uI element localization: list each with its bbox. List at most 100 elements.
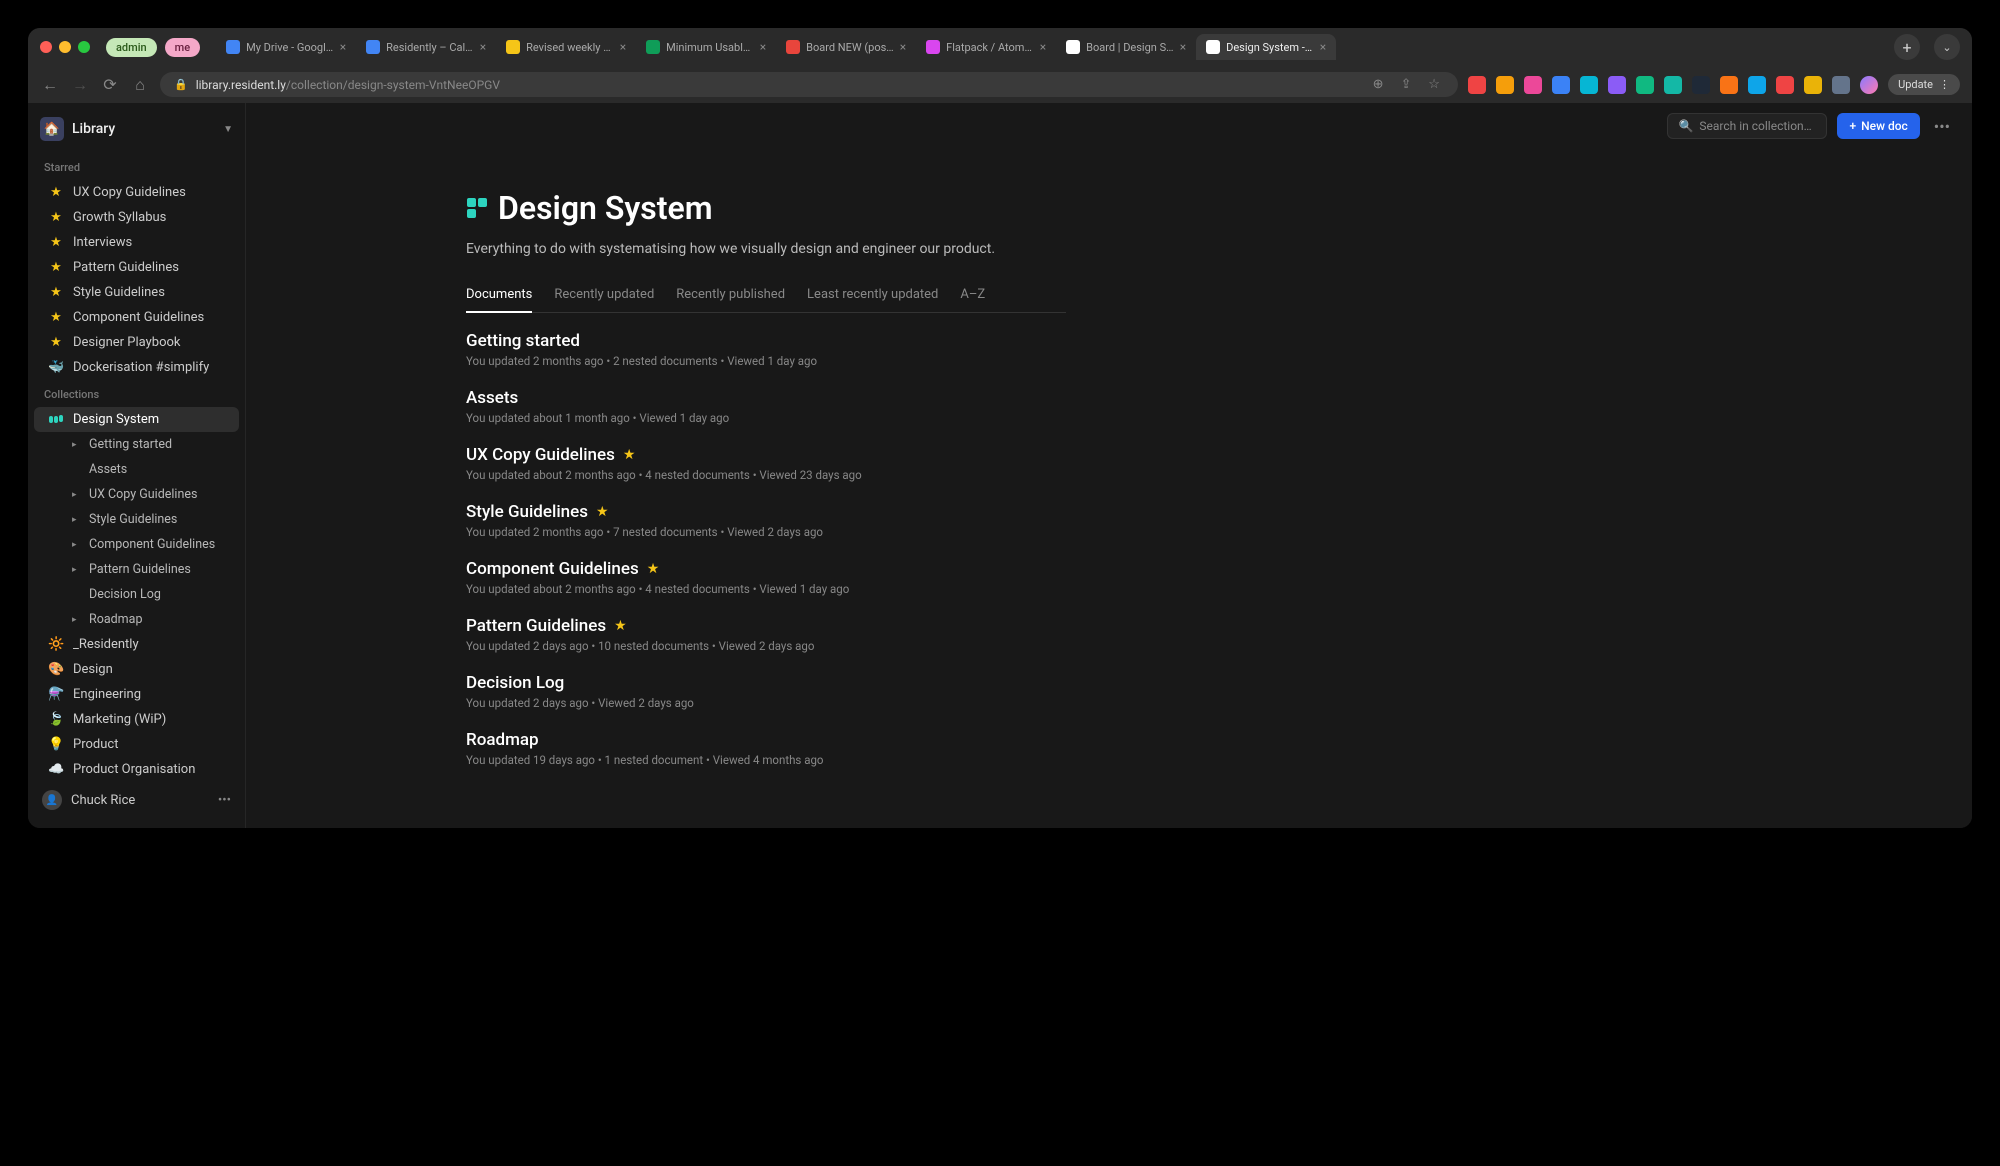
browser-tab[interactable]: Design System - Lib ×	[1196, 34, 1336, 60]
search-input[interactable]: 🔍 Search in collection…	[1667, 113, 1827, 139]
document-item[interactable]: Style Guidelines ★ You updated 2 months …	[466, 502, 1066, 539]
sidebar-child-item[interactable]: ▸UX Copy Guidelines	[62, 482, 239, 507]
more-icon[interactable]: •••	[218, 793, 231, 808]
profile-pill-me[interactable]: me	[165, 38, 200, 57]
sidebar-child-item[interactable]: ▸Component Guidelines	[62, 532, 239, 557]
update-button[interactable]: Update⋮	[1888, 74, 1960, 95]
address-bar[interactable]: 🔒 library.resident.ly/collection/design-…	[160, 72, 1458, 97]
user-menu[interactable]: 👤 Chuck Rice •••	[28, 782, 245, 818]
tab-close-icon[interactable]: ×	[480, 40, 486, 54]
disclosure-icon[interactable]: ▸	[72, 615, 80, 625]
more-button[interactable]: •••	[1930, 117, 1954, 136]
document-title: Assets	[466, 388, 518, 408]
sidebar-child-item[interactable]: ▸Roadmap	[62, 607, 239, 632]
sidebar-starred-item[interactable]: ★Style Guidelines	[34, 280, 239, 305]
sidebar-starred-item[interactable]: ★Designer Playbook	[34, 330, 239, 355]
sidebar-item-design-system[interactable]: Design System	[34, 407, 239, 432]
sidebar-collection-item[interactable]: 💡Product	[34, 732, 239, 757]
sidebar-item-dockerisation[interactable]: 🐳 Dockerisation #simplify	[34, 355, 239, 380]
document-item[interactable]: Assets You updated about 1 month ago • V…	[466, 388, 1066, 425]
new-tab-button[interactable]: +	[1894, 34, 1920, 60]
profile-pill-admin[interactable]: admin	[106, 38, 157, 57]
bookmark-icon[interactable]: ☆	[1424, 77, 1444, 92]
tab-overflow-button[interactable]: ⌄	[1934, 34, 1960, 60]
star-icon: ★	[48, 260, 64, 275]
filter-tab[interactable]: A–Z	[960, 287, 985, 312]
tab-close-icon[interactable]: ×	[760, 40, 766, 54]
filter-tab[interactable]: Least recently updated	[807, 287, 938, 312]
forward-button[interactable]: →	[70, 75, 90, 95]
library-switcher[interactable]: 🏠 Library ▼	[28, 113, 245, 153]
tab-close-icon[interactable]: ×	[1180, 40, 1186, 54]
document-item[interactable]: Pattern Guidelines ★ You updated 2 days …	[466, 616, 1066, 653]
browser-tab[interactable]: Minimum Usable Jo ×	[636, 34, 776, 60]
disclosure-icon[interactable]: ▸	[72, 540, 80, 550]
sidebar-child-item[interactable]: ▸Pattern Guidelines	[62, 557, 239, 582]
sidebar-child-item[interactable]: ▸Getting started	[62, 432, 239, 457]
sidebar-child-item[interactable]: Assets	[62, 457, 239, 482]
ext-icon[interactable]	[1664, 76, 1682, 94]
star-icon: ★	[48, 310, 64, 325]
sidebar-starred-item[interactable]: ★Interviews	[34, 230, 239, 255]
sidebar-starred-item[interactable]: ★Pattern Guidelines	[34, 255, 239, 280]
document-item[interactable]: Roadmap You updated 19 days ago • 1 nest…	[466, 730, 1066, 767]
browser-tab[interactable]: Residently – Calend ×	[356, 34, 496, 60]
sidebar-collection-item[interactable]: 🎨Design	[34, 657, 239, 682]
tab-close-icon[interactable]: ×	[620, 40, 626, 54]
ext-icon[interactable]	[1524, 76, 1542, 94]
ext-icon[interactable]	[1608, 76, 1626, 94]
close-window-icon[interactable]	[40, 41, 52, 53]
sidebar-collection-item[interactable]: ⚗️Engineering	[34, 682, 239, 707]
browser-tab[interactable]: Board NEW (post M ×	[776, 34, 916, 60]
sidebar-child-item[interactable]: Decision Log	[62, 582, 239, 607]
document-item[interactable]: Decision Log You updated 2 days ago • Vi…	[466, 673, 1066, 710]
disclosure-icon[interactable]: ▸	[72, 565, 80, 575]
sidebar-collection-item[interactable]: ☁️Product Organisation	[34, 757, 239, 782]
sidebar-child-item[interactable]: ▸Style Guidelines	[62, 507, 239, 532]
sidebar-collection-item[interactable]: 🍃Marketing (WiP)	[34, 707, 239, 732]
ext-icon[interactable]	[1748, 76, 1766, 94]
document-item[interactable]: Component Guidelines ★ You updated about…	[466, 559, 1066, 596]
browser-tab[interactable]: Board | Design Syste ×	[1056, 34, 1196, 60]
ext-icon[interactable]	[1552, 76, 1570, 94]
document-item[interactable]: Getting started You updated 2 months ago…	[466, 331, 1066, 368]
document-item[interactable]: UX Copy Guidelines ★ You updated about 2…	[466, 445, 1066, 482]
ext-icon[interactable]	[1580, 76, 1598, 94]
browser-tab[interactable]: Revised weekly disc ×	[496, 34, 636, 60]
sidebar-collection-item[interactable]: 🔆_Residently	[34, 632, 239, 657]
ext-icon[interactable]	[1804, 76, 1822, 94]
sidebar-starred-item[interactable]: ★Growth Syllabus	[34, 205, 239, 230]
sidebar-starred-item[interactable]: ★UX Copy Guidelines	[34, 180, 239, 205]
ext-icon[interactable]	[1832, 76, 1850, 94]
install-icon[interactable]: ⊕	[1368, 77, 1388, 92]
tab-close-icon[interactable]: ×	[900, 40, 906, 54]
filter-tab[interactable]: Recently updated	[554, 287, 654, 312]
ext-icon[interactable]	[1776, 76, 1794, 94]
traffic-lights	[40, 41, 90, 53]
reload-button[interactable]: ⟳	[100, 75, 120, 94]
share-icon[interactable]: ⇪	[1396, 77, 1416, 92]
ext-icon[interactable]	[1468, 76, 1486, 94]
filter-tab[interactable]: Documents	[466, 287, 532, 313]
star-icon: ★	[48, 285, 64, 300]
home-button[interactable]: ⌂	[130, 75, 150, 95]
back-button[interactable]: ←	[40, 75, 60, 95]
ext-icon[interactable]	[1692, 76, 1710, 94]
disclosure-icon[interactable]: ▸	[72, 515, 80, 525]
tab-close-icon[interactable]: ×	[1320, 40, 1326, 54]
browser-tab[interactable]: Flatpack / Atoms / S ×	[916, 34, 1056, 60]
ext-icon[interactable]	[1496, 76, 1514, 94]
maximize-window-icon[interactable]	[78, 41, 90, 53]
minimize-window-icon[interactable]	[59, 41, 71, 53]
ext-icon[interactable]	[1636, 76, 1654, 94]
tab-close-icon[interactable]: ×	[340, 40, 346, 54]
tab-close-icon[interactable]: ×	[1040, 40, 1046, 54]
profile-avatar[interactable]	[1860, 76, 1878, 94]
ext-icon[interactable]	[1720, 76, 1738, 94]
sidebar-starred-item[interactable]: ★Component Guidelines	[34, 305, 239, 330]
disclosure-icon[interactable]: ▸	[72, 440, 80, 450]
filter-tab[interactable]: Recently published	[676, 287, 785, 312]
browser-tab[interactable]: My Drive - Google D ×	[216, 34, 356, 60]
new-doc-button[interactable]: + New doc	[1837, 113, 1919, 139]
disclosure-icon[interactable]: ▸	[72, 490, 80, 500]
